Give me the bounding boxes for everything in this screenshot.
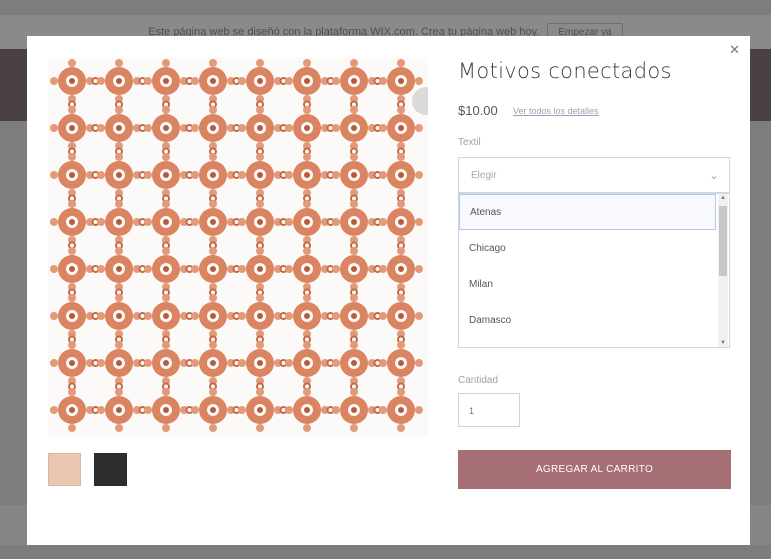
option-milan[interactable]: Milan [459, 267, 716, 303]
close-icon[interactable]: ✕ [729, 42, 740, 58]
option-chicago[interactable]: Chicago [459, 231, 716, 267]
style-label: Textil [458, 137, 481, 148]
scroll-up-icon[interactable]: ▲ [720, 195, 726, 201]
style-select-placeholder: Elegir [471, 170, 497, 181]
product-title: Motivos conectados [458, 59, 672, 83]
style-options-list[interactable]: Atenas Chicago Milan Damasco ▲ ▼ [458, 193, 730, 348]
list-scrollbar[interactable]: ▲ ▼ [718, 194, 728, 347]
quantity-label: Cantidad [458, 375, 499, 386]
option-atenas[interactable]: Atenas [459, 194, 716, 230]
chevron-down-icon: ⌄ [708, 168, 719, 182]
pattern-image [50, 59, 423, 432]
quick-view-modal: ✕ Motivos conectados $10.00 Ver todos lo… [27, 36, 750, 545]
product-main-image[interactable] [48, 57, 428, 437]
quantity-input[interactable]: 1 [458, 393, 520, 427]
details-link[interactable]: Ver todos los detalles [513, 106, 599, 116]
scroll-down-icon[interactable]: ▼ [720, 340, 726, 346]
style-select[interactable]: Elegir ⌄ [458, 157, 730, 193]
option-damasco[interactable]: Damasco [459, 303, 716, 339]
thumbnail-pattern[interactable] [48, 453, 81, 486]
product-price: $10.00 [458, 103, 498, 118]
add-to-cart-button[interactable]: AGREGAR AL CARRITO [458, 450, 731, 489]
thumbnail-dark[interactable] [94, 453, 127, 486]
scroll-thumb[interactable] [719, 206, 727, 276]
